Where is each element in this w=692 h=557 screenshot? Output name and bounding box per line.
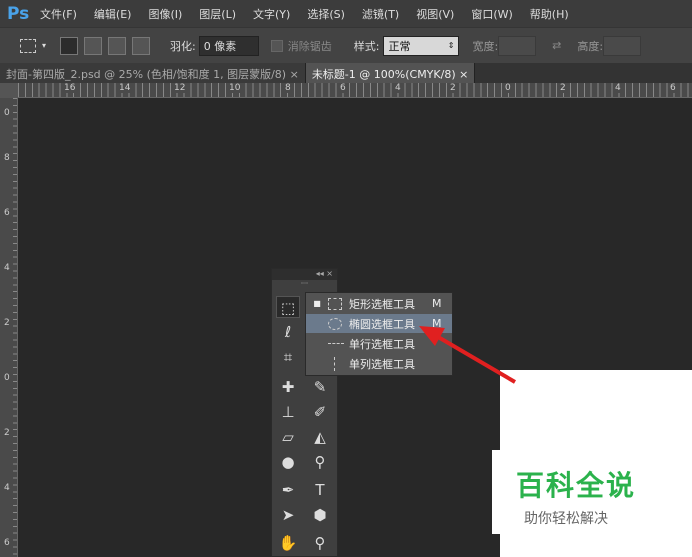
eraser-tool-icon[interactable]: ▱ xyxy=(276,426,300,448)
brush-tool-icon[interactable]: ✎ xyxy=(308,376,332,398)
red-arrow-annotation xyxy=(419,326,517,384)
document-tabs: 封面-第四版_2.psd @ 25% (色相/饱和度 1, 图层蒙版/8) × … xyxy=(0,63,692,83)
path-select-icon[interactable]: ➤ xyxy=(276,504,300,526)
rect-marquee-icon xyxy=(328,297,342,310)
ruler-label: 2 xyxy=(559,83,567,93)
close-icon[interactable]: × xyxy=(459,68,468,81)
menu-layer[interactable]: 图层(L) xyxy=(199,6,236,22)
menu-select[interactable]: 选择(S) xyxy=(307,6,345,22)
watermark-subtitle: 助你轻松解决 xyxy=(524,511,608,527)
height-label: 高度: xyxy=(577,39,604,53)
ellipse-marquee-icon xyxy=(328,317,342,330)
chevron-down-icon[interactable]: ▾ xyxy=(42,41,46,50)
style-value: 正常 xyxy=(388,39,411,53)
ruler-label: 10 xyxy=(228,83,242,93)
ruler-label: 14 xyxy=(118,83,132,93)
crop-tool-icon[interactable]: ⌗ xyxy=(276,346,300,368)
watermark-title: 百科全说 xyxy=(516,469,637,502)
feather-input[interactable]: 0 像素 xyxy=(198,35,259,56)
ruler-label: 0 xyxy=(504,83,512,93)
blur-tool-icon[interactable]: ● xyxy=(276,451,300,473)
ruler-label: 2 xyxy=(3,318,11,328)
history-brush-icon[interactable]: ✐ xyxy=(308,401,332,423)
height-input[interactable] xyxy=(603,35,642,56)
stamp-tool-icon[interactable]: ⊥ xyxy=(276,401,300,423)
antialias-checkbox[interactable] xyxy=(270,39,283,52)
ruler-label: 6 xyxy=(3,538,11,548)
type-tool-icon[interactable]: T xyxy=(308,479,332,501)
flyout-item-rect-marquee[interactable]: ■ 矩形选框工具 M xyxy=(306,294,452,313)
row-marquee-icon xyxy=(328,343,344,344)
ruler-label: 2 xyxy=(449,83,457,93)
dodge-tool-icon[interactable]: ⚲ xyxy=(308,451,332,473)
ruler-label: 2 xyxy=(3,428,11,438)
menu-window[interactable]: 窗口(W) xyxy=(471,6,512,22)
tab-label: 未标题-1 @ 100%(CMYK/8) xyxy=(311,68,456,81)
swap-icon[interactable]: ⇄ xyxy=(552,39,561,52)
style-label: 样式: xyxy=(353,39,380,53)
new-selection-button[interactable] xyxy=(60,36,79,55)
ruler-label: 0 xyxy=(3,108,11,118)
hand-tool-icon[interactable]: ✋ xyxy=(276,532,300,554)
menu-file[interactable]: 文件(F) xyxy=(40,6,77,22)
ruler-label: 6 xyxy=(3,208,11,218)
column-marquee-icon xyxy=(334,356,335,371)
ruler-label: 4 xyxy=(3,263,11,273)
add-selection-button[interactable] xyxy=(84,36,103,55)
flyout-label: 矩形选框工具 xyxy=(349,297,415,311)
ruler-corner xyxy=(0,83,18,98)
menu-help[interactable]: 帮助(H) xyxy=(530,6,569,22)
ruler-label: 8 xyxy=(284,83,292,93)
menu-type[interactable]: 文字(Y) xyxy=(253,6,290,22)
feather-label: 羽化: xyxy=(170,39,196,53)
pen-tool-icon[interactable]: ✒ xyxy=(276,479,300,501)
menu-filter[interactable]: 滤镜(T) xyxy=(362,6,399,22)
panel-header[interactable]: ◂◂ × xyxy=(272,269,337,280)
options-bar: ▾ 羽化: 0 像素 消除锯齿 样式: 正常 ⇕ 宽度: ⇄ 高度: xyxy=(0,27,692,63)
ruler-label: 6 xyxy=(669,83,677,93)
marquee-tool-icon[interactable]: ⬚ xyxy=(276,296,300,318)
tab-document-2[interactable]: 未标题-1 @ 100%(CMYK/8) × xyxy=(305,63,476,83)
watermark: 百科全说 助你轻松解决 xyxy=(492,450,692,534)
tab-label: 封面-第四版_2.psd @ 25% (色相/饱和度 1, 图层蒙版/8) xyxy=(6,68,287,81)
ruler-label: 4 xyxy=(394,83,402,93)
close-icon[interactable]: × xyxy=(290,68,299,81)
bucket-tool-icon[interactable]: ◭ xyxy=(308,426,332,448)
menu-image[interactable]: 图像(I) xyxy=(148,6,182,22)
shape-tool-icon[interactable]: ⬢ xyxy=(308,504,332,526)
healing-tool-icon[interactable]: ✚ xyxy=(276,376,300,398)
marquee-preset-icon[interactable] xyxy=(20,38,36,53)
menu-edit[interactable]: 编辑(E) xyxy=(94,6,132,22)
tab-document-1[interactable]: 封面-第四版_2.psd @ 25% (色相/饱和度 1, 图层蒙版/8) × xyxy=(0,63,306,83)
ruler-label: 16 xyxy=(63,83,77,93)
antialias-label: 消除锯齿 xyxy=(287,39,332,53)
zoom-tool-icon[interactable]: ⚲ xyxy=(308,532,332,554)
shortcut-key: M xyxy=(432,297,442,310)
ruler-label: 0 xyxy=(3,373,11,383)
width-label: 宽度: xyxy=(472,39,499,53)
style-select[interactable]: 正常 ⇕ xyxy=(383,35,460,56)
subtract-selection-button[interactable] xyxy=(108,36,127,55)
lasso-tool-icon[interactable]: ℓ xyxy=(276,321,300,343)
active-dot-icon: ■ xyxy=(313,299,321,308)
vertical-ruler: 0 8 6 4 2 0 2 4 6 xyxy=(0,98,18,557)
ruler-label: 8 xyxy=(3,153,11,163)
ruler-label: 12 xyxy=(173,83,187,93)
width-input[interactable] xyxy=(498,35,537,56)
ruler-label: 4 xyxy=(614,83,622,93)
ps-logo: Ps xyxy=(7,3,30,24)
grip-icon[interactable]: ┅┅ xyxy=(272,280,337,288)
ruler-label: 6 xyxy=(339,83,347,93)
menu-view[interactable]: 视图(V) xyxy=(416,6,454,22)
menu-bar: Ps 文件(F) 编辑(E) 图像(I) 图层(L) 文字(Y) 选择(S) 滤… xyxy=(0,0,692,27)
ruler-label: 4 xyxy=(3,483,11,493)
intersect-selection-button[interactable] xyxy=(132,36,151,55)
horizontal-ruler: 16 14 12 10 8 6 4 2 0 2 4 6 xyxy=(18,83,692,98)
